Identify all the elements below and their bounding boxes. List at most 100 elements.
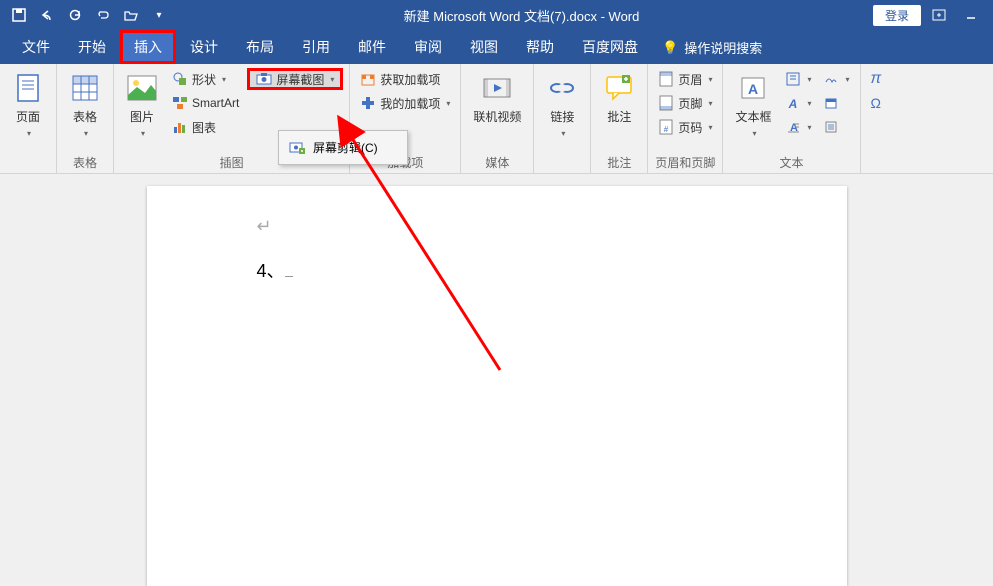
online-video-button[interactable]: 联机视频 xyxy=(467,68,527,129)
footer-label: 页脚 xyxy=(678,95,702,112)
minimize-icon[interactable] xyxy=(957,4,985,26)
group-hf-label: 页眉和页脚 xyxy=(654,152,716,171)
object-button[interactable] xyxy=(819,116,853,138)
quickparts-button[interactable] xyxy=(781,68,815,90)
datetime-button[interactable] xyxy=(819,92,853,114)
pages-label: 页面 xyxy=(16,108,40,125)
group-pages-label xyxy=(6,169,50,171)
pictures-button[interactable]: 图片 xyxy=(120,68,164,142)
pagenum-icon: # xyxy=(658,119,674,135)
doc-paragraph-2: 4、 xyxy=(257,257,737,283)
redo-icon[interactable] xyxy=(64,4,86,26)
screenshot-label: 屏幕截图 xyxy=(276,71,324,88)
dropcap-icon: A xyxy=(785,119,801,135)
signature-button[interactable] xyxy=(819,68,853,90)
my-addins-button[interactable]: 我的加载项 xyxy=(356,92,454,114)
pages-button[interactable]: 页面 xyxy=(6,68,50,142)
tell-me-search[interactable]: 💡 操作说明搜索 xyxy=(652,31,772,64)
link-icon xyxy=(546,72,578,104)
group-text-label: 文本 xyxy=(729,152,853,171)
page-icon xyxy=(12,72,44,104)
tab-layout[interactable]: 布局 xyxy=(232,30,288,64)
get-addins-label: 获取加载项 xyxy=(380,71,440,88)
qat-more-icon[interactable]: ▾ xyxy=(148,4,170,26)
tab-insert[interactable]: 插入 xyxy=(120,30,176,64)
tab-view[interactable]: 视图 xyxy=(456,30,512,64)
titlebar: ▾ 新建 Microsoft Word 文档(7).docx - Word 登录 xyxy=(0,0,993,30)
tell-me-label: 操作说明搜索 xyxy=(684,38,762,57)
group-links-label xyxy=(540,169,584,171)
group-comments: 批注 批注 xyxy=(591,64,648,173)
pagenum-label: 页码 xyxy=(678,119,702,136)
tab-help[interactable]: 帮助 xyxy=(512,30,568,64)
screenshot-button[interactable]: 屏幕截图 xyxy=(247,68,343,90)
tab-home[interactable]: 开始 xyxy=(64,30,120,64)
lightbulb-icon: 💡 xyxy=(662,40,678,56)
header-button[interactable]: 页眉 xyxy=(654,68,716,90)
pagenum-button[interactable]: # 页码 xyxy=(654,116,716,138)
chart-icon xyxy=(172,119,188,135)
doc-paragraph-1: ↵ xyxy=(257,216,737,237)
links-button[interactable]: 链接 xyxy=(540,68,584,142)
document-title: 新建 Microsoft Word 文档(7).docx - Word xyxy=(170,6,873,25)
group-media-label: 媒体 xyxy=(467,152,527,171)
footer-icon xyxy=(658,95,674,111)
tab-file[interactable]: 文件 xyxy=(8,30,64,64)
group-symbols-label xyxy=(867,169,886,171)
save-icon[interactable] xyxy=(8,4,30,26)
picture-icon xyxy=(126,72,158,104)
shapes-label: 形状 xyxy=(192,71,216,88)
attach-icon[interactable] xyxy=(92,4,114,26)
links-label: 链接 xyxy=(550,108,574,125)
chart-label: 图表 xyxy=(192,119,216,136)
textbox-button[interactable]: A 文本框 xyxy=(729,68,777,142)
table-label: 表格 xyxy=(73,108,97,125)
group-pages: 页面 xyxy=(0,64,57,173)
signature-icon xyxy=(823,71,839,87)
wordart-button[interactable]: A xyxy=(781,92,815,114)
header-label: 页眉 xyxy=(678,71,702,88)
get-addins-button[interactable]: 获取加载项 xyxy=(356,68,454,90)
ribbon-display-icon[interactable] xyxy=(925,4,953,26)
group-tables-label: 表格 xyxy=(63,152,107,171)
group-header-footer: 页眉 页脚 # 页码 页眉和页脚 xyxy=(648,64,723,173)
tab-baidu[interactable]: 百度网盘 xyxy=(568,30,652,64)
pictures-label: 图片 xyxy=(130,108,154,125)
group-symbols: π Ω xyxy=(861,64,892,173)
tab-design[interactable]: 设计 xyxy=(176,30,232,64)
tab-review[interactable]: 审阅 xyxy=(400,30,456,64)
comment-icon xyxy=(603,72,635,104)
footer-button[interactable]: 页脚 xyxy=(654,92,716,114)
clipping-label: 屏幕剪辑(C) xyxy=(313,139,378,156)
login-button[interactable]: 登录 xyxy=(873,5,921,26)
quick-access-toolbar: ▾ xyxy=(8,4,170,26)
smartart-icon xyxy=(172,95,188,111)
datetime-icon xyxy=(823,95,839,111)
store-icon xyxy=(360,71,376,87)
ribbon-tabs: 文件 开始 插入 设计 布局 引用 邮件 审阅 视图 帮助 百度网盘 💡 操作说… xyxy=(0,30,993,64)
ribbon: 页面 表格 表格 图片 形状 xyxy=(0,64,993,174)
comment-button[interactable]: 批注 xyxy=(597,68,641,129)
table-button[interactable]: 表格 xyxy=(63,68,107,142)
window-controls: 登录 xyxy=(873,4,985,26)
undo-icon[interactable] xyxy=(36,4,58,26)
screen-clipping-item[interactable]: 屏幕剪辑(C) xyxy=(283,135,403,160)
group-text: A 文本框 A A 文本 xyxy=(723,64,860,173)
table-icon xyxy=(69,72,101,104)
equation-button[interactable]: π xyxy=(867,68,886,90)
symbol-button[interactable]: Ω xyxy=(867,92,886,114)
open-icon[interactable] xyxy=(120,4,142,26)
my-addins-label: 我的加载项 xyxy=(380,95,440,112)
shapes-button[interactable]: 形状 xyxy=(168,68,243,90)
tab-references[interactable]: 引用 xyxy=(288,30,344,64)
textbox-label: 文本框 xyxy=(735,108,771,125)
chart-button[interactable]: 图表 xyxy=(168,116,243,138)
document-page[interactable]: ↵ 4、 xyxy=(147,186,847,586)
tab-mailings[interactable]: 邮件 xyxy=(344,30,400,64)
dropcap-button[interactable]: A xyxy=(781,116,815,138)
group-links: 链接 xyxy=(534,64,591,173)
svg-text:#: # xyxy=(664,125,669,134)
smartart-button[interactable]: SmartArt xyxy=(168,92,243,114)
quickparts-icon xyxy=(785,71,801,87)
comment-label: 批注 xyxy=(607,108,631,125)
